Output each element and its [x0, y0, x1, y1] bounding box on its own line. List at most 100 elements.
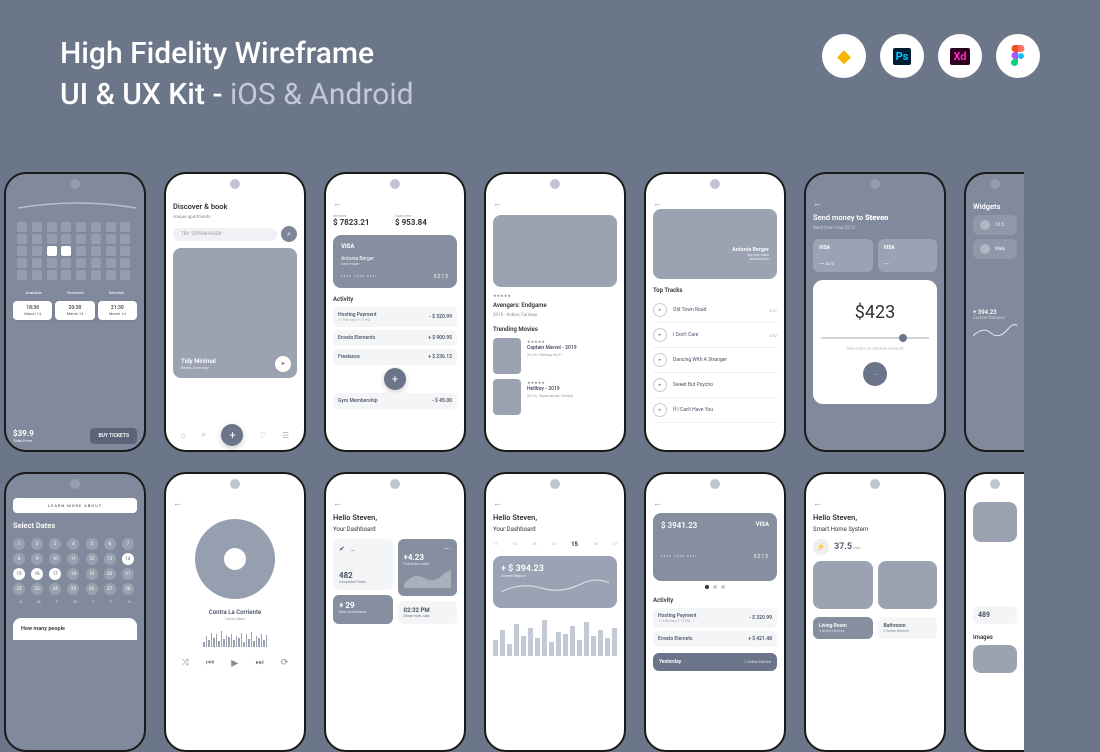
stat-card[interactable]: + 29 New Connections	[333, 595, 393, 624]
search-input[interactable]: TRY "COPENHAGEN"	[173, 228, 277, 241]
waveform[interactable]	[173, 629, 297, 647]
showtime-chip[interactable]: 20:30March 14	[55, 301, 94, 320]
room-card[interactable]: Living Room4 Active Devices	[813, 617, 873, 639]
credit-card[interactable]: $ 3941.23VISA •••• •••• ••••5213	[653, 513, 777, 581]
bottom-nav: ⌂ ⌕ + ♡ ☰	[173, 424, 297, 446]
apartment-title: Tidy Minimal	[181, 358, 216, 365]
search-icon[interactable]: ⌕	[281, 226, 297, 242]
seat-grid[interactable]	[17, 222, 133, 280]
stat-card[interactable]: 02:32 PM Dinner with Julia	[398, 601, 458, 624]
profile-icon[interactable]: ☰	[282, 431, 289, 440]
confirm-button[interactable]: →	[863, 362, 887, 386]
widget-icon	[980, 220, 990, 230]
card-option[interactable]: VISA•••• 5213	[813, 239, 873, 272]
phone-finance: ← Income$ 7823.21 Outcome$ 953.84 VISA A…	[324, 172, 466, 452]
showtime-chip[interactable]: 21:30March 14	[98, 301, 137, 320]
title-line-2b: iOS & Android	[230, 77, 414, 112]
back-icon[interactable]: ←	[653, 198, 777, 209]
footer-card[interactable]: Yesterday 1 Active Device	[653, 653, 777, 671]
play-icon[interactable]: ▸	[653, 353, 667, 367]
activity-row[interactable]: Envato Elemets+ $ 421.48	[653, 631, 777, 647]
activity-row[interactable]: Freelance+ $ 236.12	[333, 349, 457, 365]
activity-heading: Activity	[333, 296, 457, 303]
stat-card[interactable]: ⋯ +4.23 Points this week	[398, 539, 458, 596]
movie-list-item[interactable]: ★★★★★Hellboy - 20192h 1m · Supernatural,…	[493, 379, 617, 415]
play-icon[interactable]: ▸	[653, 378, 667, 392]
stat-card[interactable]: 489	[973, 606, 1017, 624]
add-activity-button[interactable]: +	[384, 368, 406, 390]
stat-card[interactable]: ✔ … 482 Completed Tasks	[333, 539, 393, 590]
home-icon[interactable]: ⌂	[181, 431, 186, 440]
image-placeholder	[973, 645, 1017, 673]
calendar[interactable]: 1234567 891011121314 15161718192021 2223…	[13, 538, 137, 595]
add-button[interactable]: +	[221, 424, 243, 446]
buy-tickets-button[interactable]: BUY TICKETS	[90, 428, 137, 444]
notch	[70, 179, 80, 189]
images-heading: Images	[973, 634, 1017, 641]
promo-title: High Fidelity Wireframe UI & UX Kit - iO…	[60, 34, 414, 115]
back-icon[interactable]: ←	[173, 498, 297, 509]
widget-item[interactable]: Walk	[973, 239, 1017, 259]
play-icon[interactable]: ▸	[653, 403, 667, 417]
room-card[interactable]: Bathroom2 Active Devices	[878, 617, 938, 639]
activity-row[interactable]: Gym Membership- $ 45.00	[333, 393, 457, 409]
track-item[interactable]: ▸Dancing With A Stranger	[653, 348, 777, 373]
phone-images-edge: 489 Images	[964, 472, 1024, 752]
price-value: $39.9	[13, 429, 34, 438]
back-icon[interactable]: ←	[493, 498, 617, 509]
movie-list-item[interactable]: ★★★★★Captain Marvel - 20192h 4m · Fantas…	[493, 338, 617, 374]
back-icon[interactable]: ←	[813, 498, 937, 509]
area-chart-icon	[404, 566, 452, 588]
search-nav-icon[interactable]: ⌕	[201, 430, 205, 440]
track-item[interactable]: ▸Old Town Road3:41	[653, 298, 777, 323]
activity-row[interactable]: Envato Elements+ $ 900.95	[333, 330, 457, 346]
shuffle-icon[interactable]: ⤨	[182, 658, 189, 668]
repeat-icon[interactable]: ⟳	[281, 658, 289, 668]
next-icon[interactable]: ⏭	[256, 658, 264, 668]
seat[interactable]	[17, 222, 27, 232]
date-strip[interactable]: 11121314151617	[493, 541, 617, 548]
balance-card[interactable]: + $ 394.23 Current Balance	[493, 556, 617, 608]
image-placeholder	[878, 561, 938, 609]
back-icon[interactable]: ←	[333, 198, 457, 209]
phone-dashboard-cards: ← Hello Steven, Your Dashboard ✔ … 482 C…	[324, 472, 466, 752]
credit-card[interactable]: VISA Antonia Berger Card Holder •••• •••…	[333, 235, 457, 288]
activity-row[interactable]: Hosting Payment11 February 7:15 PM- $ 32…	[333, 307, 457, 327]
amount-slider[interactable]	[821, 337, 929, 339]
prev-icon[interactable]: ⏮	[206, 658, 214, 668]
album-art[interactable]	[195, 519, 275, 599]
promo-header: High Fidelity Wireframe UI & UX Kit - iO…	[0, 0, 1100, 125]
back-icon[interactable]: ←	[653, 498, 777, 509]
cal-day-selected[interactable]: 14	[122, 553, 134, 565]
seat-legend: Available Reserved Selected	[13, 290, 137, 295]
heart-icon[interactable]: ♡	[259, 431, 266, 440]
showtime-chip[interactable]: 18:30March 14	[13, 301, 52, 320]
outcome-value: $ 953.84	[395, 218, 457, 227]
phone-discover: Discover & book unique apartments TRY "C…	[164, 172, 306, 452]
line-chart-icon	[501, 578, 609, 598]
balance-delta: + 394.23	[973, 309, 1017, 316]
track-item[interactable]: ▸If I Can't Have You	[653, 398, 777, 423]
artist-card[interactable]: Antonia BergerHip Hop Artistantonia.com	[653, 209, 777, 279]
movie-hero-image[interactable]	[493, 215, 617, 287]
seat-selected[interactable]	[47, 246, 57, 256]
track-item[interactable]: ▸I Don't Care5:92	[653, 323, 777, 348]
phone-finance-2: ← $ 3941.23VISA •••• •••• ••••5213 Activ…	[644, 472, 786, 752]
play-icon[interactable]: ▸	[653, 328, 667, 342]
play-icon[interactable]: ▸	[653, 303, 667, 317]
learn-banner[interactable]: LEARN MORE ABOUT	[13, 498, 137, 513]
play-icon[interactable]: ▸	[231, 655, 238, 671]
track-item[interactable]: ▸Sweet But Psycho	[653, 373, 777, 398]
activity-row[interactable]: Hosting Payment11 February 7:15 PM- $ 32…	[653, 608, 777, 628]
tool-icons: ◆ Ps Xd	[822, 34, 1040, 78]
back-icon[interactable]: ←	[333, 498, 457, 509]
phone-row-1: ro displaying #fashion Available Reserve…	[0, 172, 1100, 452]
back-icon[interactable]: ←	[813, 198, 937, 209]
back-icon[interactable]: ←	[493, 198, 617, 209]
apartment-image[interactable]: Tidy Minimal Berlin, Germany ➤	[173, 248, 297, 378]
card-option[interactable]: VISA••••	[878, 239, 938, 272]
send-icon[interactable]: ➤	[275, 356, 291, 372]
phone-seat-select: Available Reserved Selected 18:30March 1…	[4, 172, 146, 452]
widget-item[interactable]: 12.5	[973, 215, 1017, 235]
ticket-footer: $39.9Total Price BUY TICKETS	[13, 428, 137, 444]
